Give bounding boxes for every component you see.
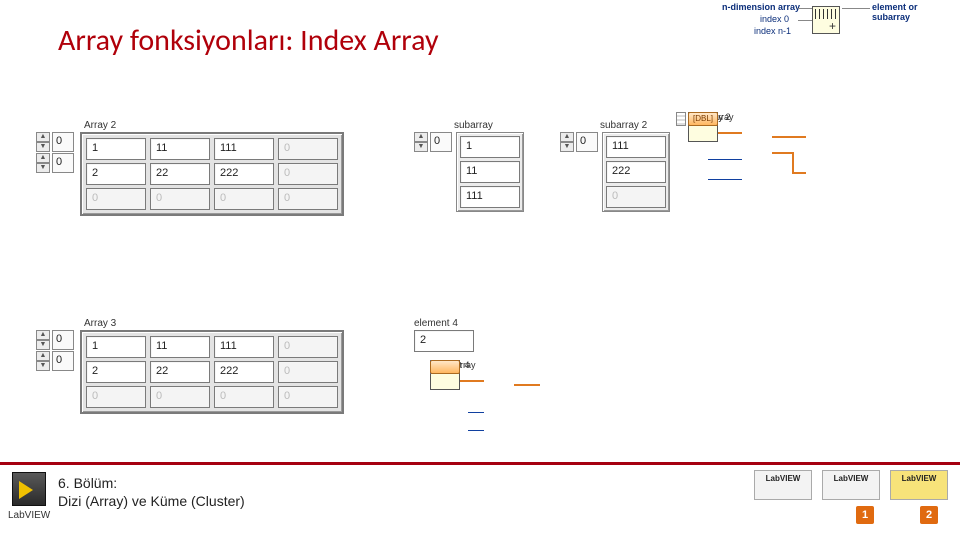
spin-up-icon[interactable]: ▲ xyxy=(560,132,574,142)
cell[interactable]: 0 xyxy=(150,386,210,408)
index-value[interactable]: 0 xyxy=(430,132,452,152)
dbl-sink-icon: [DBL] xyxy=(688,112,718,126)
cert-badge-numbers: 1 2 xyxy=(856,506,938,524)
cell[interactable]: 0 xyxy=(278,163,338,185)
cell[interactable]: 1 xyxy=(86,336,146,358)
index-value[interactable]: 0 xyxy=(52,351,74,371)
element4-label: element 4 xyxy=(414,318,474,329)
cell: 0 xyxy=(606,186,666,208)
subarray-indicator: subarray ▲▼ 0 1 11 111 xyxy=(414,120,524,212)
footer-divider xyxy=(0,462,960,465)
array-glyph-icon xyxy=(676,112,686,126)
cell[interactable]: 0 xyxy=(278,138,338,160)
cell: 1 xyxy=(460,136,520,158)
array2-cells: 1 11 111 0 2 22 222 0 0 0 0 0 xyxy=(80,132,344,216)
legend-index0-label: index 0 xyxy=(760,14,789,24)
spin-down-icon[interactable]: ▼ xyxy=(414,142,428,152)
index-array-function-icon xyxy=(812,6,840,34)
cell[interactable]: 0 xyxy=(278,386,338,408)
cell[interactable]: 11 xyxy=(150,336,210,358)
array2-row-index[interactable]: ▲▼ 0 xyxy=(36,132,74,152)
subarray-label: subarray xyxy=(454,120,524,131)
cell: 111 xyxy=(460,186,520,208)
subarray2-index[interactable]: ▲▼ 0 xyxy=(560,132,598,152)
cert-badge: LabVIEW xyxy=(890,470,948,500)
cell[interactable]: 222 xyxy=(214,361,274,383)
cell[interactable]: 0 xyxy=(214,188,274,210)
spin-up-icon[interactable]: ▲ xyxy=(36,351,50,361)
array3-cells: 1 11 111 0 2 22 222 0 0 0 0 0 xyxy=(80,330,344,414)
array3-col-index[interactable]: ▲▼ 0 xyxy=(36,351,74,371)
cell[interactable]: 1 xyxy=(86,138,146,160)
cell[interactable]: 0 xyxy=(150,188,210,210)
cert-badges: LabVIEW LabVIEW LabVIEW xyxy=(754,470,948,500)
badge-number: 2 xyxy=(920,506,938,524)
slide-title: Array fonksiyonları: Index Array xyxy=(58,22,439,59)
labview-logo-icon xyxy=(12,472,46,506)
array3-row-index[interactable]: ▲▼ 0 xyxy=(36,330,74,350)
footer-chapter-title: Dizi (Array) ve Küme (Cluster) xyxy=(58,492,245,510)
array2-control: Array 2 ▲▼ 0 ▲▼ 0 1 11 111 0 2 22 222 xyxy=(36,120,344,216)
spin-up-icon[interactable]: ▲ xyxy=(414,132,428,142)
subarray2-label: subarray 2 xyxy=(600,120,670,131)
cell: 111 xyxy=(606,136,666,158)
spin-down-icon[interactable]: ▼ xyxy=(560,142,574,152)
cert-badge: LabVIEW xyxy=(822,470,880,500)
block-diagram-1: Array 2 Index Array [DBL] 0 2 subarray [… xyxy=(688,112,908,222)
array2-col-index[interactable]: ▲▼ 0 xyxy=(36,153,74,173)
cell: 11 xyxy=(460,161,520,183)
cell[interactable]: 0 xyxy=(278,336,338,358)
labview-logo-text: LabVIEW xyxy=(8,510,50,521)
index-value[interactable]: 0 xyxy=(52,153,74,173)
cell[interactable]: 22 xyxy=(150,361,210,383)
cell[interactable]: 111 xyxy=(214,336,274,358)
cell[interactable]: 2 xyxy=(86,163,146,185)
block-diagram-2: Array 3 Index Array [DBL] 1 0 element 4 xyxy=(430,360,620,450)
spin-down-icon[interactable]: ▼ xyxy=(36,142,50,152)
index-value[interactable]: 0 xyxy=(576,132,598,152)
cell[interactable]: 22 xyxy=(150,163,210,185)
cell[interactable]: 0 xyxy=(278,188,338,210)
spin-down-icon[interactable]: ▼ xyxy=(36,361,50,371)
legend-output-label: element or subarray xyxy=(872,2,952,22)
cell[interactable]: 0 xyxy=(278,361,338,383)
element4-value: 2 xyxy=(414,330,474,352)
cell[interactable]: 0 xyxy=(86,386,146,408)
array3-label: Array 3 xyxy=(84,318,344,329)
array3-control: Array 3 ▲▼ 0 ▲▼ 0 1 11 111 0 2 22 222 xyxy=(36,318,344,414)
subarray-index[interactable]: ▲▼ 0 xyxy=(414,132,452,152)
legend-indexn-label: index n-1 xyxy=(754,26,791,36)
spin-down-icon[interactable]: ▼ xyxy=(36,340,50,350)
cell: 222 xyxy=(606,161,666,183)
index-value[interactable]: 0 xyxy=(52,132,74,152)
cell[interactable]: 11 xyxy=(150,138,210,160)
footer-chapter-number: 6. Bölüm: xyxy=(58,474,245,492)
spin-up-icon[interactable]: ▲ xyxy=(36,153,50,163)
cell[interactable]: 111 xyxy=(214,138,274,160)
footer-chapter: 6. Bölüm: Dizi (Array) ve Küme (Cluster) xyxy=(58,474,245,510)
cell[interactable]: 0 xyxy=(86,188,146,210)
cert-badge: LabVIEW xyxy=(754,470,812,500)
spin-down-icon[interactable]: ▼ xyxy=(36,163,50,173)
element4-indicator: element 4 2 xyxy=(414,318,474,352)
cell[interactable]: 2 xyxy=(86,361,146,383)
spin-up-icon[interactable]: ▲ xyxy=(36,132,50,142)
subarray2-indicator: subarray 2 ▲▼ 0 111 222 0 xyxy=(560,120,670,212)
badge-number: 1 xyxy=(856,506,874,524)
array2-label: Array 2 xyxy=(84,120,344,131)
dbl-sink-icon xyxy=(430,360,460,374)
legend-ndarray-label: n-dimension array xyxy=(722,2,800,12)
cell[interactable]: 0 xyxy=(214,386,274,408)
index-array-legend: n-dimension array index 0 index n-1 elem… xyxy=(722,2,952,44)
cell[interactable]: 222 xyxy=(214,163,274,185)
index-value[interactable]: 0 xyxy=(52,330,74,350)
spin-up-icon[interactable]: ▲ xyxy=(36,330,50,340)
